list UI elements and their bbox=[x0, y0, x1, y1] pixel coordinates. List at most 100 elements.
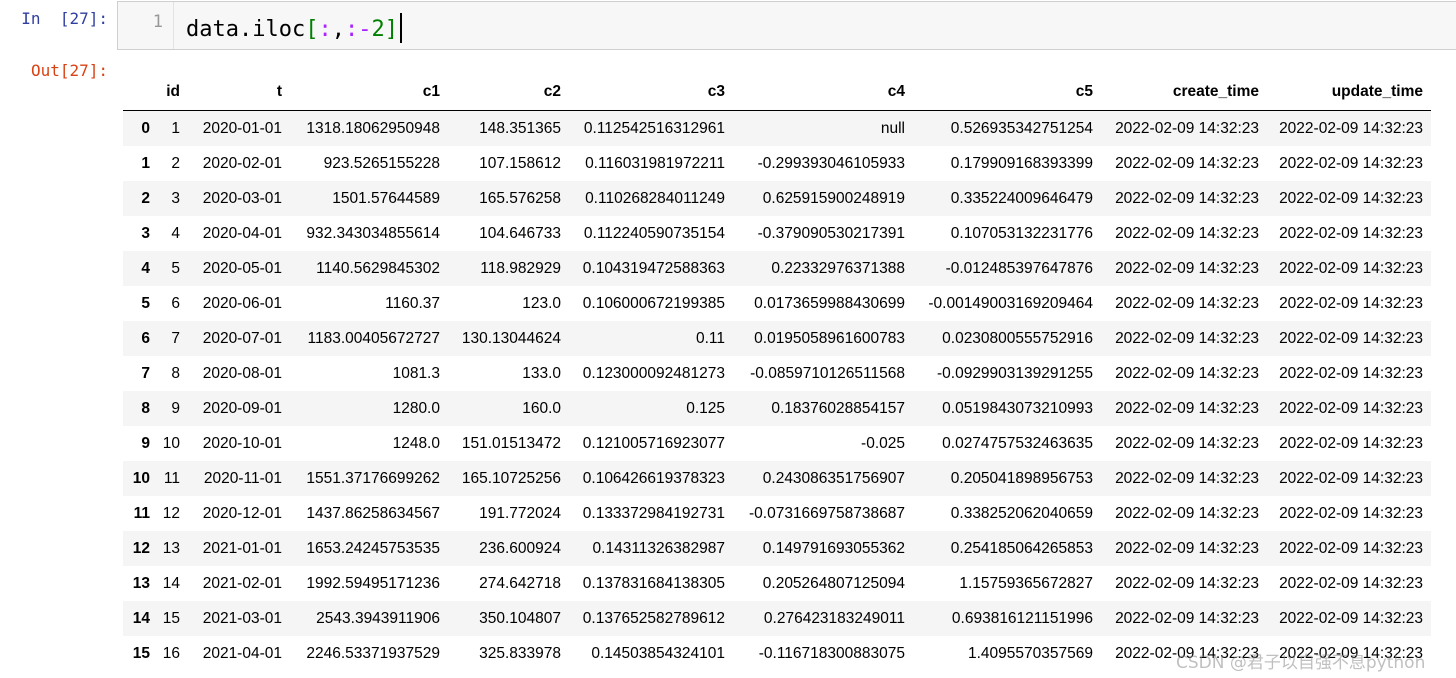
table-cell: 2020-09-01 bbox=[202, 400, 282, 417]
table-row: 14 15 2021-03-01 2543.3943911906 350.104807 0… bbox=[123, 601, 1431, 636]
table-cell: 9 bbox=[171, 400, 180, 417]
table-cell: 151.01513472 bbox=[461, 435, 561, 452]
column-header: c2 bbox=[448, 74, 569, 111]
table-cell: 1992.59495171236 bbox=[306, 575, 440, 592]
table-cell: 2022-02-09 14:32:23 bbox=[1115, 260, 1259, 277]
table-cell: 7 bbox=[171, 330, 180, 347]
table-cell: -0.379090530217391 bbox=[757, 225, 905, 242]
table-cell: 123.0 bbox=[522, 295, 561, 312]
table-row: 5 6 2020-06-01 1160.37 123.0 0.10600067219938… bbox=[123, 286, 1431, 321]
row-index: 0 bbox=[141, 120, 150, 137]
table-cell: 0.205041898956753 bbox=[950, 470, 1093, 487]
table-cell: 1160.37 bbox=[385, 295, 440, 312]
table-cell: 0.18376028854157 bbox=[771, 400, 905, 417]
column-header: id bbox=[158, 74, 188, 111]
table-cell: 2021-02-01 bbox=[202, 575, 282, 592]
table-cell: 932.343034855614 bbox=[306, 225, 440, 242]
table-row: 6 7 2020-07-01 1183.00405672727 130.13044624… bbox=[123, 321, 1431, 356]
table-row: 1 2 2020-02-01 923.5265155228 107.158612 0.11… bbox=[123, 146, 1431, 181]
table-cell: 2022-02-09 14:32:23 bbox=[1115, 155, 1259, 172]
table-cell: -0.00149003169209464 bbox=[928, 295, 1093, 312]
table-cell: 236.600924 bbox=[479, 540, 561, 557]
table-cell: 0.133372984192731 bbox=[582, 505, 725, 522]
table-cell: 0.14311326382987 bbox=[592, 540, 725, 557]
table-cell: 0.526935342751254 bbox=[950, 120, 1093, 137]
table-cell: 12 bbox=[162, 505, 180, 522]
code-editor[interactable]: data.iloc[:,:-2] bbox=[186, 13, 402, 43]
table-cell: 2022-02-09 14:32:23 bbox=[1279, 470, 1423, 487]
row-index: 12 bbox=[132, 540, 150, 557]
column-header: t bbox=[188, 74, 290, 111]
table-cell: 2022-02-09 14:32:23 bbox=[1279, 225, 1423, 242]
table-cell: 133.0 bbox=[522, 365, 561, 382]
table-row: 8 9 2020-09-01 1280.0 160.0 0.125 0.1837602885… bbox=[123, 391, 1431, 426]
table-row: 4 5 2020-05-01 1140.5629845302 118.982929 0.1… bbox=[123, 251, 1431, 286]
code-token-colon-2: : bbox=[344, 17, 359, 42]
row-index: 2 bbox=[141, 190, 150, 207]
table-cell: 0.137652582789612 bbox=[582, 610, 725, 627]
table-cell: -0.025 bbox=[861, 435, 905, 452]
table-cell: 1.15759365672827 bbox=[959, 575, 1093, 592]
row-index: 7 bbox=[141, 365, 150, 382]
table-cell: 2022-02-09 14:32:23 bbox=[1279, 365, 1423, 382]
column-header: c5 bbox=[913, 74, 1101, 111]
table-cell: 0.276423183249011 bbox=[763, 610, 905, 627]
table-cell: 11 bbox=[163, 470, 180, 487]
table-cell: 0.0230800555752916 bbox=[942, 330, 1093, 347]
table-cell: 15 bbox=[162, 610, 180, 627]
table-cell: 0.107053132231776 bbox=[950, 225, 1093, 242]
code-token-close-bracket: ] bbox=[384, 17, 398, 42]
table-cell: 2020-05-01 bbox=[202, 260, 282, 277]
row-index: 14 bbox=[132, 610, 150, 627]
table-cell: 0.116031981972211 bbox=[585, 155, 725, 172]
table-cell: 1437.86258634567 bbox=[306, 505, 440, 522]
row-index: 15 bbox=[132, 645, 150, 662]
table-cell: 0.243086351756907 bbox=[762, 470, 905, 487]
table-cell: 350.104807 bbox=[479, 610, 561, 627]
code-token-open-bracket: [ bbox=[305, 17, 319, 42]
table-cell: 2022-02-09 14:32:23 bbox=[1279, 295, 1423, 312]
table-cell: 107.158612 bbox=[479, 155, 561, 172]
table-row: 15 16 2021-04-01 2246.53371937529 325.833978… bbox=[123, 636, 1431, 671]
table-cell: 3 bbox=[171, 190, 180, 207]
table-cell: 6 bbox=[171, 295, 180, 312]
table-cell: 2022-02-09 14:32:23 bbox=[1279, 400, 1423, 417]
code-token-name: data.iloc bbox=[186, 17, 306, 42]
table-cell: 8 bbox=[171, 365, 180, 382]
table-cell: 2020-02-01 bbox=[202, 155, 282, 172]
line-number: 1 bbox=[152, 12, 163, 32]
table-cell: 0.110268284011249 bbox=[585, 190, 725, 207]
table-cell: 2022-02-09 14:32:23 bbox=[1115, 645, 1259, 662]
table-cell: 2022-02-09 14:32:23 bbox=[1279, 610, 1423, 627]
table-cell: 0.123000092481273 bbox=[582, 365, 725, 382]
table-cell: 0.335224009646479 bbox=[950, 190, 1093, 207]
table-cell: 274.642718 bbox=[479, 575, 561, 592]
table-cell: 165.10725256 bbox=[461, 470, 561, 487]
table-cell: 923.5265155228 bbox=[323, 155, 440, 172]
table-cell: 16 bbox=[162, 645, 180, 662]
table-cell: 2022-02-09 14:32:23 bbox=[1279, 155, 1423, 172]
table-cell: 2022-02-09 14:32:23 bbox=[1115, 120, 1259, 137]
code-input-cell[interactable]: 1 data.iloc[:,:-2] bbox=[117, 1, 1456, 50]
table-cell: 118.982929 bbox=[480, 260, 561, 277]
table-cell: 1551.37176699262 bbox=[306, 470, 440, 487]
index-header bbox=[123, 74, 158, 111]
table-cell: 2022-02-09 14:32:23 bbox=[1115, 190, 1259, 207]
table-cell: 2020-10-01 bbox=[202, 435, 282, 452]
table-cell: -0.0929903139291255 bbox=[936, 365, 1093, 382]
table-cell: 1140.5629845302 bbox=[316, 260, 440, 277]
table-cell: 1 bbox=[171, 120, 180, 137]
column-header: create_time bbox=[1101, 74, 1267, 111]
table-row: 10 11 2020-11-01 1551.37176699262 165.107252… bbox=[123, 461, 1431, 496]
table-cell: 2020-11-01 bbox=[203, 470, 282, 487]
table-cell: 2022-02-09 14:32:23 bbox=[1115, 400, 1259, 417]
table-row: 2 3 2020-03-01 1501.57644589 165.576258 0.110… bbox=[123, 181, 1431, 216]
table-cell: 2022-02-09 14:32:23 bbox=[1115, 365, 1259, 382]
row-index: 4 bbox=[141, 260, 150, 277]
table-cell: 4 bbox=[171, 225, 180, 242]
row-index: 8 bbox=[141, 400, 150, 417]
table-cell: 0.338252062040659 bbox=[950, 505, 1093, 522]
table-cell: 0.106426619378323 bbox=[582, 470, 725, 487]
table-cell: 0.112542516312961 bbox=[583, 120, 725, 137]
table-cell: 5 bbox=[171, 260, 180, 277]
